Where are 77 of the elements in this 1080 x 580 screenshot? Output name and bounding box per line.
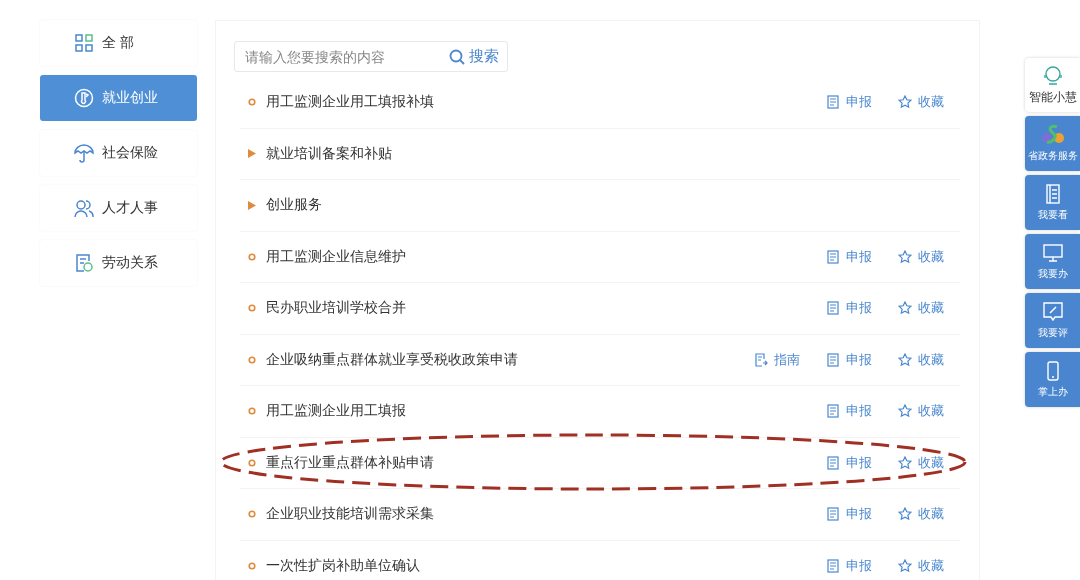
favorite-button[interactable]: 收藏 bbox=[898, 453, 944, 472]
bullet-icon bbox=[248, 561, 256, 570]
bullet-icon bbox=[248, 304, 256, 313]
bullet-icon bbox=[248, 355, 256, 364]
floating-nav-button[interactable]: 我要评 bbox=[1025, 293, 1080, 348]
service-title[interactable]: 企业吸纳重点群体就业享受税收政策申请 bbox=[266, 350, 754, 369]
document-icon bbox=[826, 558, 840, 573]
document-icon bbox=[826, 404, 840, 419]
favorite-button[interactable]: 收藏 bbox=[898, 93, 944, 112]
search-field[interactable]: 请输入您要搜索的内容 搜索 bbox=[234, 41, 508, 72]
guide-button[interactable]: 指南 bbox=[754, 350, 800, 369]
headset-icon bbox=[1041, 64, 1064, 86]
favorite-button[interactable]: 收藏 bbox=[898, 402, 944, 421]
comment-icon bbox=[1041, 301, 1064, 323]
favorite-button[interactable]: 收藏 bbox=[898, 299, 944, 318]
floating-nav-button[interactable]: 掌上办 bbox=[1025, 352, 1080, 407]
star-icon bbox=[898, 404, 912, 419]
document-icon bbox=[826, 455, 840, 470]
document-icon bbox=[74, 253, 94, 273]
favorite-button[interactable]: 收藏 bbox=[898, 505, 944, 524]
logo-icon bbox=[1039, 124, 1066, 146]
service-title[interactable]: 创业服务 bbox=[266, 196, 960, 215]
grid-icon bbox=[74, 33, 94, 53]
bullet-icon bbox=[248, 407, 256, 416]
bullet-icon bbox=[248, 98, 256, 107]
apply-button[interactable]: 申报 bbox=[826, 402, 872, 421]
service-title[interactable]: 用工监测企业用工填报 bbox=[266, 402, 826, 421]
star-icon bbox=[898, 455, 912, 470]
floating-nav-button[interactable]: 我要看 bbox=[1025, 175, 1080, 230]
apply-button[interactable]: 申报 bbox=[826, 93, 872, 112]
favorite-button[interactable]: 收藏 bbox=[898, 350, 944, 369]
service-title[interactable]: 重点行业重点群体补贴申请 bbox=[266, 453, 826, 472]
favorite-button[interactable]: 收藏 bbox=[898, 556, 944, 575]
apply-button[interactable]: 申报 bbox=[826, 505, 872, 524]
sidebar-item[interactable]: 就业创业 bbox=[40, 75, 197, 121]
sidebar-item[interactable]: 全 部 bbox=[40, 20, 197, 66]
umbrella-icon bbox=[74, 143, 94, 163]
expand-arrow-icon[interactable] bbox=[248, 200, 256, 210]
apply-button[interactable]: 申报 bbox=[826, 556, 872, 575]
star-icon bbox=[898, 507, 912, 522]
sidebar-item[interactable]: 劳动关系 bbox=[40, 240, 197, 286]
service-title[interactable]: 一次性扩岗补助单位确认 bbox=[266, 556, 826, 575]
favorite-button[interactable]: 收藏 bbox=[898, 247, 944, 266]
document-icon bbox=[826, 352, 840, 367]
sidebar-item[interactable]: 人才人事 bbox=[40, 185, 197, 231]
floating-nav-button[interactable]: 我要办 bbox=[1025, 234, 1080, 289]
star-icon bbox=[898, 249, 912, 264]
floating-nav-button[interactable]: 智能小慧 bbox=[1025, 58, 1080, 112]
expand-arrow-icon[interactable] bbox=[248, 149, 256, 159]
bullet-icon bbox=[248, 458, 256, 467]
apply-button[interactable]: 申报 bbox=[826, 299, 872, 318]
bullet-icon bbox=[248, 510, 256, 519]
star-icon bbox=[898, 301, 912, 316]
people-icon bbox=[74, 198, 94, 218]
document-icon bbox=[826, 507, 840, 522]
floating-nav-button[interactable]: 省政务服务 bbox=[1025, 116, 1080, 171]
search-icon bbox=[449, 48, 465, 65]
star-icon bbox=[898, 352, 912, 367]
thermometer-icon bbox=[74, 88, 94, 108]
document-icon bbox=[826, 249, 840, 264]
search-button[interactable]: 搜索 bbox=[449, 47, 499, 66]
document-icon bbox=[826, 301, 840, 316]
service-title[interactable]: 民办职业培训学校合并 bbox=[266, 299, 826, 318]
apply-button[interactable]: 申报 bbox=[826, 247, 872, 266]
document-icon bbox=[754, 352, 768, 367]
sidebar-item[interactable]: 社会保险 bbox=[40, 130, 197, 176]
star-icon bbox=[898, 558, 912, 573]
service-title[interactable]: 企业职业技能培训需求采集 bbox=[266, 505, 826, 524]
service-title[interactable]: 用工监测企业用工填报补填 bbox=[266, 93, 826, 112]
document-icon bbox=[826, 95, 840, 110]
service-title[interactable]: 就业培训备案和补贴 bbox=[266, 144, 960, 163]
apply-button[interactable]: 申报 bbox=[826, 453, 872, 472]
monitor-icon bbox=[1041, 242, 1064, 264]
bullet-icon bbox=[248, 252, 256, 261]
apply-button[interactable]: 申报 bbox=[826, 350, 872, 369]
service-title[interactable]: 用工监测企业信息维护 bbox=[266, 247, 826, 266]
star-icon bbox=[898, 95, 912, 110]
